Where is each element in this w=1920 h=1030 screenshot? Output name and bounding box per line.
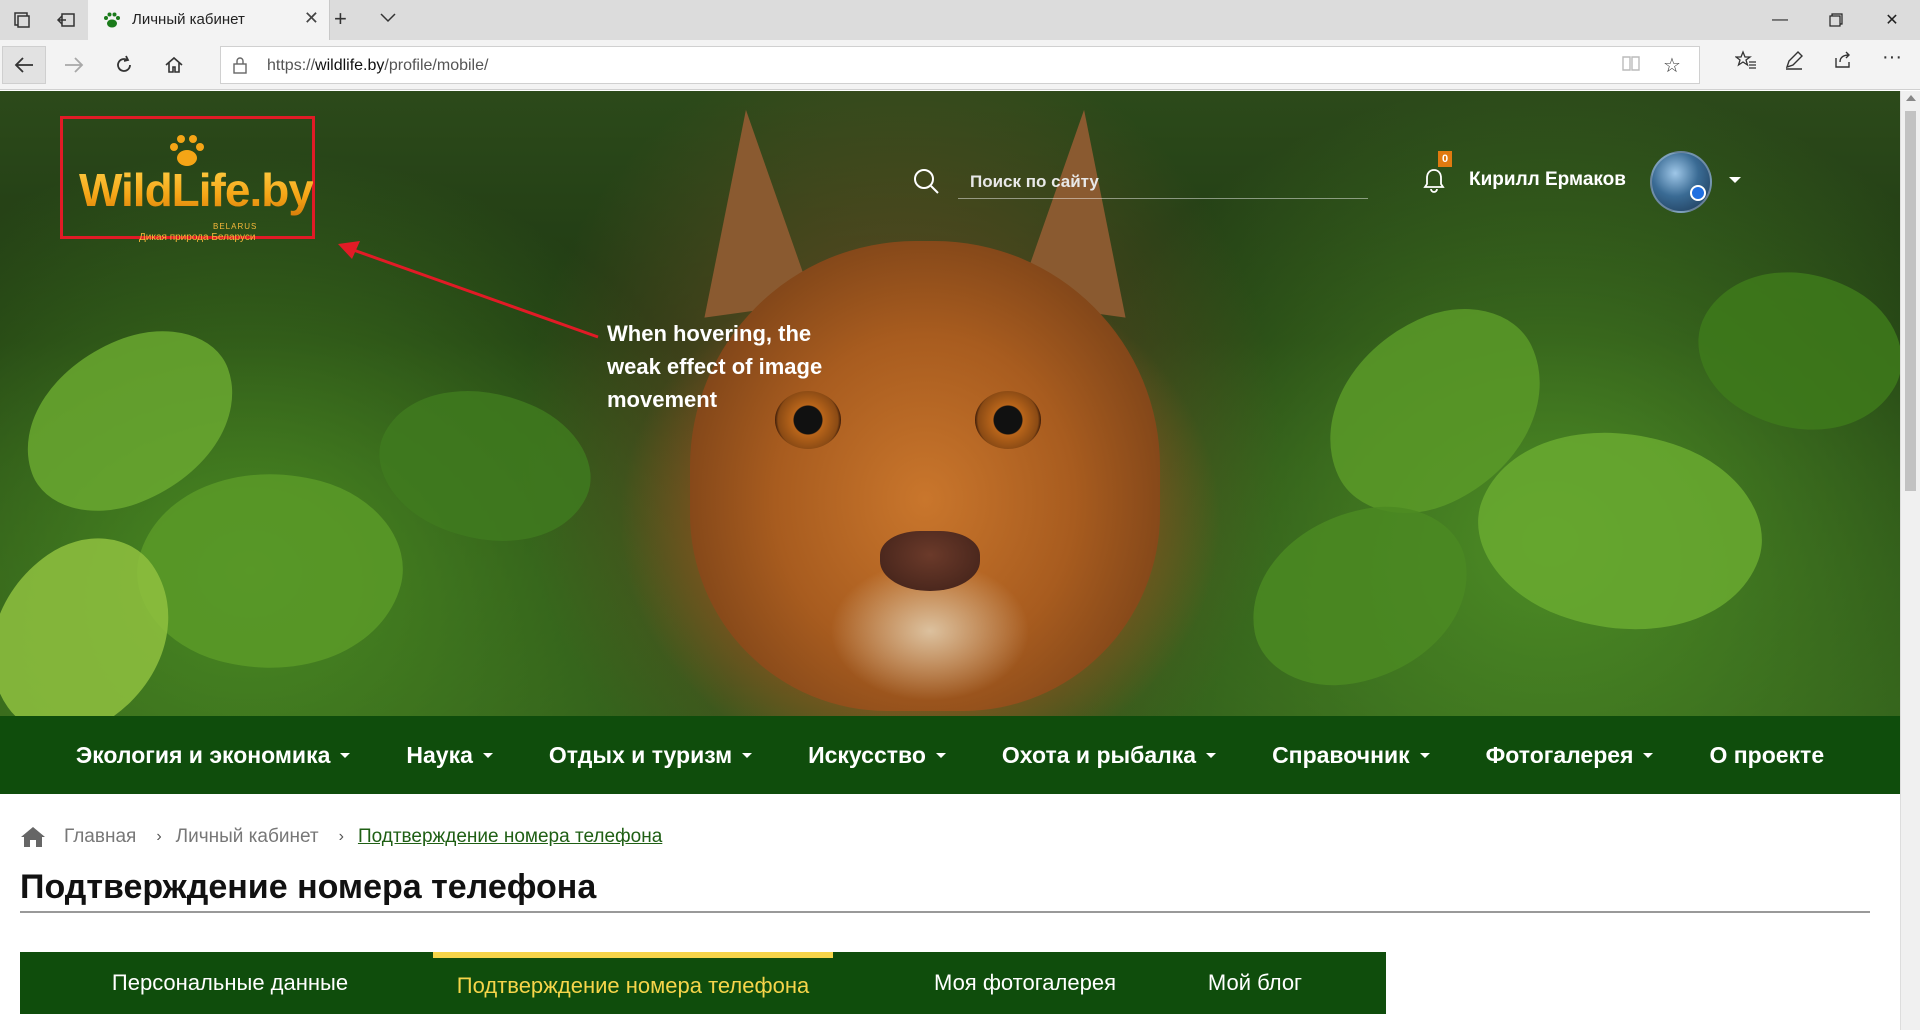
title-divider [20, 911, 1870, 913]
caret-down-icon [1643, 752, 1654, 758]
scroll-thumb[interactable] [1905, 111, 1916, 491]
tab-personal-data[interactable]: Персональные данные [20, 952, 440, 1014]
breadcrumb-cabinet[interactable]: Личный кабинет [176, 826, 319, 848]
favorites-list-icon[interactable] [1734, 50, 1757, 76]
back-arrow-icon[interactable] [2, 46, 46, 84]
tab-my-blog[interactable]: Мой блог [1150, 952, 1360, 1014]
menu-item-reference[interactable]: Справочник [1244, 742, 1458, 769]
restore-icon[interactable] [1808, 0, 1864, 40]
menu-item-about[interactable]: О проекте [1681, 742, 1852, 769]
menu-item-tourism[interactable]: Отдых и туризм [521, 742, 780, 769]
menu-item-ecology[interactable]: Экология и экономика [48, 742, 379, 769]
user-menu-caret-icon[interactable] [1729, 177, 1741, 183]
breadcrumb-home[interactable]: Главная [64, 826, 136, 848]
tab-actions-icon[interactable] [0, 0, 44, 40]
caret-down-icon [340, 752, 351, 758]
menu-item-hunting[interactable]: Охота и рыбалка [974, 742, 1244, 769]
lynx-eye [975, 391, 1041, 449]
notification-badge: 0 [1438, 151, 1452, 167]
caret-down-icon [1206, 752, 1217, 758]
main-menu: Экология и экономика Наука Отдых и туриз… [0, 716, 1900, 794]
caret-down-icon [482, 752, 493, 758]
leaf-shape [1236, 493, 1484, 699]
leaf-shape [1673, 231, 1900, 471]
home-icon[interactable] [20, 826, 46, 848]
browser-tab-active[interactable]: Личный кабинет ✕ [88, 0, 330, 40]
refresh-icon[interactable] [102, 46, 146, 84]
set-tabs-aside-icon[interactable] [44, 0, 88, 40]
breadcrumb: Главная › Личный кабинет › Подтверждение… [20, 822, 662, 852]
tab-phone-confirmation[interactable]: Подтверждение номера телефона [433, 952, 833, 1014]
chevron-right-icon: › [156, 828, 162, 845]
breadcrumb-current[interactable]: Подтверждение номера телефона [358, 826, 662, 848]
menu-item-gallery[interactable]: Фотогалерея [1458, 742, 1682, 769]
minimize-icon[interactable]: — [1752, 0, 1808, 40]
tab-title: Личный кабинет [132, 11, 245, 28]
site-logo[interactable]: WildLife.by BELARUS Дикая природа Белару… [60, 116, 315, 243]
logo-tagline: Дикая природа Беларуси [139, 232, 256, 243]
menu-item-science[interactable]: Наука [378, 742, 521, 769]
bell-icon[interactable] [1422, 167, 1446, 193]
tab-my-gallery[interactable]: Моя фотогалерея [900, 952, 1150, 1014]
caret-down-icon [935, 752, 946, 758]
user-name[interactable]: Кирилл Ермаков [1469, 169, 1626, 191]
lock-icon [233, 57, 247, 74]
share-icon[interactable] [1833, 50, 1853, 76]
web-note-pen-icon[interactable] [1784, 50, 1804, 76]
menu-item-art[interactable]: Искусство [780, 742, 974, 769]
chevron-right-icon: › [338, 828, 344, 845]
browser-nav-bar: https://wildlife.by/profile/mobile/ ☆ ··… [0, 40, 1920, 90]
tab-list-chevron-icon[interactable] [380, 10, 396, 26]
logo-text: WildLife.by [79, 164, 314, 216]
reading-view-icon[interactable] [1621, 53, 1641, 79]
avatar-status-dot [1690, 185, 1706, 201]
favorite-star-icon[interactable]: ☆ [1663, 53, 1681, 78]
search-input[interactable] [958, 165, 1368, 199]
search-icon[interactable] [912, 167, 940, 195]
page-title: Подтверждение номера телефона [20, 868, 597, 906]
caret-down-icon [742, 752, 753, 758]
hero-banner: WildLife.by BELARUS Дикая природа Белару… [0, 91, 1900, 716]
browser-tab-bar: Личный кабинет ✕ + — ✕ [0, 0, 1920, 40]
more-options-icon[interactable]: ··· [1882, 46, 1902, 69]
scroll-up-arrow-icon[interactable] [1906, 95, 1916, 101]
close-tab-icon[interactable]: ✕ [304, 8, 319, 29]
home-browser-icon[interactable] [152, 46, 196, 84]
paw-favicon-icon [104, 12, 120, 28]
caret-down-icon [1419, 752, 1430, 758]
annotation-text: When hovering, the weak effect of image … [607, 321, 823, 412]
lynx-nose [880, 531, 980, 591]
url-text: https://wildlife.by/profile/mobile/ [267, 57, 489, 74]
forward-arrow-icon[interactable] [52, 46, 96, 84]
profile-tabs: Персональные данные Подтверждение номера… [20, 952, 1386, 1014]
address-bar[interactable]: https://wildlife.by/profile/mobile/ ☆ [220, 46, 1700, 84]
avatar[interactable] [1650, 151, 1712, 213]
close-window-icon[interactable]: ✕ [1864, 0, 1920, 40]
page-scrollbar[interactable] [1900, 91, 1920, 1030]
new-tab-icon[interactable]: + [334, 6, 347, 32]
logo-country: BELARUS [213, 222, 258, 231]
